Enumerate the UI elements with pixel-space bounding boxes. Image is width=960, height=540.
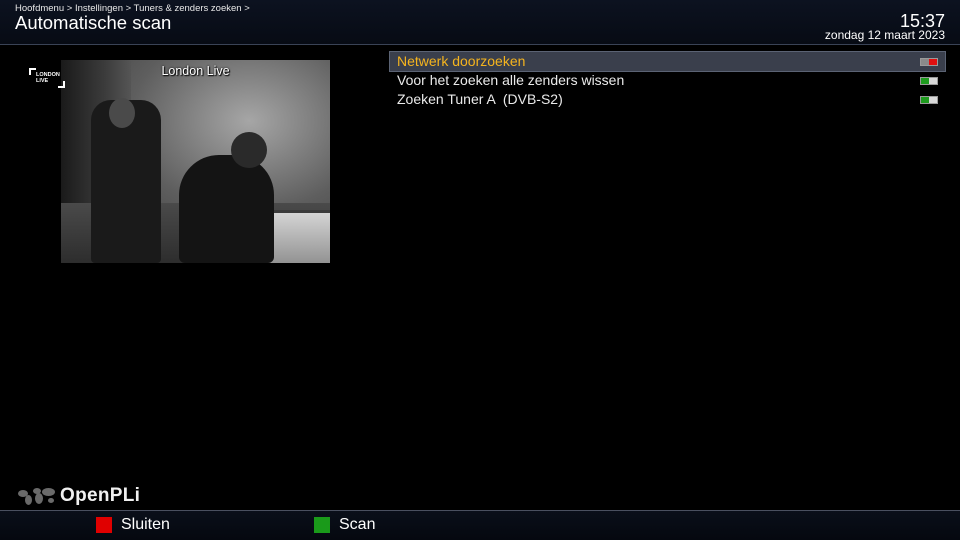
config-item-network-search[interactable]: Netwerk doorzoeken	[389, 51, 946, 72]
config-item-label: Voor het zoeken alle zenders wissen	[397, 72, 625, 88]
channel-logo-icon: LONDON LIVE	[29, 68, 65, 88]
config-item-scan-tuner-a[interactable]: Zoeken Tuner A (DVB-S2)	[390, 90, 945, 109]
config-list: Netwerk doorzoeken Voor het zoeken alle …	[389, 51, 946, 109]
scan-button-label: Scan	[339, 516, 376, 533]
footer-bar: Sluiten Scan	[0, 511, 960, 540]
close-button-label: Sluiten	[121, 516, 170, 533]
date-label: zondag 12 maart 2023	[824, 28, 945, 42]
video-figure-woman	[179, 155, 274, 263]
brand-name: OpenPLi	[60, 485, 141, 506]
header-bar: Hoofdmenu > Instellingen > Tuners & zend…	[0, 0, 960, 45]
red-button-close[interactable]: Sluiten	[96, 516, 170, 534]
openpli-logo: OpenPLi	[16, 484, 140, 508]
green-key-icon	[314, 517, 330, 533]
page-title: Automatische scan	[15, 12, 172, 33]
toggle-on-icon[interactable]	[920, 96, 938, 104]
toggle-off-icon[interactable]	[920, 58, 938, 66]
toggle-on-icon[interactable]	[920, 77, 938, 85]
config-item-clear-before-scan[interactable]: Voor het zoeken alle zenders wissen	[390, 71, 945, 90]
green-button-scan[interactable]: Scan	[314, 516, 375, 534]
picture-in-picture-video: London Live	[61, 60, 330, 263]
channel-logo-text: LONDON LIVE	[36, 72, 60, 84]
world-map-icon	[16, 485, 58, 507]
red-key-icon	[96, 517, 112, 533]
config-item-label: Netwerk doorzoeken	[397, 53, 526, 69]
config-item-label: Zoeken Tuner A (DVB-S2)	[397, 91, 563, 107]
pip-channel-name: London Live	[161, 64, 230, 78]
